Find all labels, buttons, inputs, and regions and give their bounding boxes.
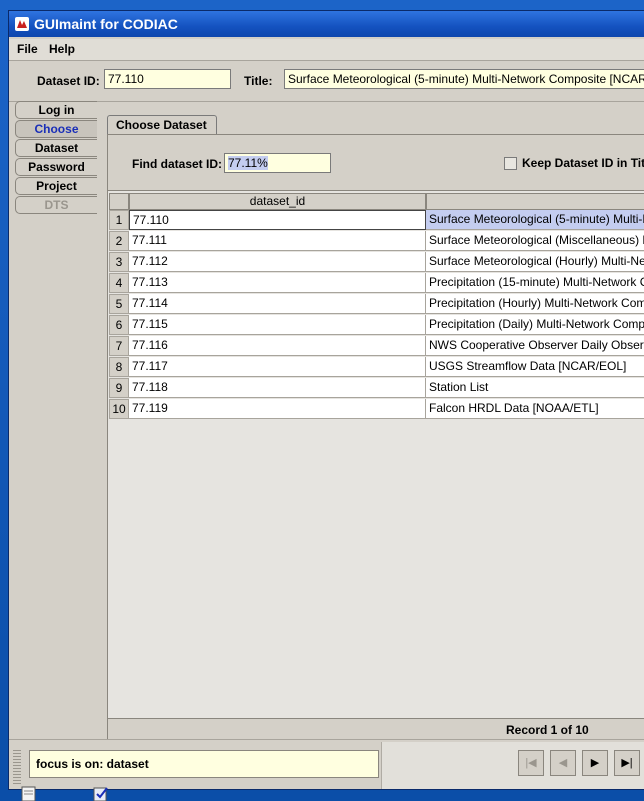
table-cell-id[interactable]: 77.117 bbox=[129, 357, 426, 377]
row-number[interactable]: 7 bbox=[109, 336, 129, 356]
record-status-bar: Record 1 of 10 bbox=[108, 718, 644, 741]
table-cell-title[interactable]: Surface Meteorological (5-minute) Multi-… bbox=[426, 210, 644, 230]
table-cell-title[interactable]: Falcon HRDL Data [NOAA/ETL] bbox=[426, 399, 644, 419]
dataset-table: dataset_id 1 77.110 Surface Meteorologic… bbox=[108, 190, 644, 719]
table-cell-title[interactable]: Precipitation (Hourly) Multi-Network Com… bbox=[426, 294, 644, 314]
table-cell-id[interactable]: 77.112 bbox=[129, 252, 426, 272]
sidebar-tab-project[interactable]: Project bbox=[15, 177, 97, 195]
sidebar-tab-dataset[interactable]: Dataset bbox=[15, 139, 97, 157]
header-panel: Dataset ID: 77.110 Title: Surface Meteor… bbox=[9, 61, 644, 102]
keep-dataset-label: Keep Dataset ID in Title bbox=[522, 156, 644, 170]
tab-choose-dataset[interactable]: Choose Dataset bbox=[107, 115, 217, 135]
previous-icon: ◀ bbox=[558, 757, 568, 769]
table-cell-id[interactable]: 77.111 bbox=[129, 231, 426, 251]
row-number[interactable]: 2 bbox=[109, 231, 129, 251]
table-cell-id[interactable]: 77.116 bbox=[129, 336, 426, 356]
sidebar-tab-choose[interactable]: Choose bbox=[15, 120, 97, 138]
row-number-header bbox=[109, 193, 129, 210]
content-area: Choose Dataset Find dataset ID: 77.11% K… bbox=[97, 103, 644, 741]
table-cell-title[interactable]: Surface Meteorological (Hourly) Multi-Ne… bbox=[426, 252, 644, 272]
title-bar[interactable]: GUImaint for CODIAC bbox=[9, 11, 644, 37]
focus-status: focus is on: dataset bbox=[29, 750, 379, 778]
title-field[interactable]: Surface Meteorological (5-minute) Multi-… bbox=[284, 69, 644, 89]
app-window: GUImaint for CODIAC File Help Dataset ID… bbox=[8, 10, 644, 790]
row-number[interactable]: 10 bbox=[109, 399, 129, 419]
choose-dataset-panel: Find dataset ID: 77.11% Keep Dataset ID … bbox=[107, 134, 644, 741]
table-cell-id[interactable]: 77.115 bbox=[129, 315, 426, 335]
title-label: Title: bbox=[244, 74, 273, 88]
row-number[interactable]: 8 bbox=[109, 357, 129, 377]
column-header-dataset-id[interactable]: dataset_id bbox=[129, 193, 426, 210]
sidebar-tabs: Log in Choose Dataset Password Project D… bbox=[15, 101, 97, 215]
keep-dataset-checkbox[interactable] bbox=[504, 157, 517, 170]
row-number[interactable]: 4 bbox=[109, 273, 129, 293]
last-icon: ▶| bbox=[621, 757, 633, 769]
table-cell-id[interactable]: 77.118 bbox=[129, 378, 426, 398]
table-cell-id[interactable]: 77.110 bbox=[129, 210, 426, 230]
row-number[interactable]: 5 bbox=[109, 294, 129, 314]
first-icon: |◀ bbox=[525, 757, 537, 769]
column-header-title[interactable] bbox=[426, 193, 644, 210]
next-icon: ▶ bbox=[590, 757, 600, 769]
row-number[interactable]: 1 bbox=[109, 210, 129, 230]
record-navigation: |◀ ◀ ▶ ▶| bbox=[381, 742, 644, 789]
table-cell-id[interactable]: 77.113 bbox=[129, 273, 426, 293]
table-cell-id[interactable]: 77.114 bbox=[129, 294, 426, 314]
previous-record-button[interactable]: ◀ bbox=[550, 750, 576, 776]
first-record-button[interactable]: |◀ bbox=[518, 750, 544, 776]
menu-bar: File Help bbox=[9, 39, 644, 61]
find-dataset-input[interactable]: 77.11% bbox=[224, 153, 331, 173]
find-dataset-label: Find dataset ID: bbox=[132, 157, 223, 171]
table-cell-title[interactable]: Precipitation (Daily) Multi-Network Comp… bbox=[426, 315, 644, 335]
resize-grip[interactable] bbox=[13, 750, 21, 784]
last-record-button[interactable]: ▶| bbox=[614, 750, 640, 776]
sidebar-tab-login[interactable]: Log in bbox=[15, 101, 97, 119]
bottom-bar: focus is on: dataset |◀ ◀ ▶ ▶| bbox=[9, 739, 644, 789]
row-number[interactable]: 3 bbox=[109, 252, 129, 272]
document-icon[interactable] bbox=[20, 786, 38, 801]
menu-file[interactable]: File bbox=[17, 42, 38, 56]
table-cell-id[interactable]: 77.119 bbox=[129, 399, 426, 419]
record-count: Record 1 of 10 bbox=[506, 723, 589, 737]
table-cell-title[interactable]: Surface Meteorological (Miscellaneous) M… bbox=[426, 231, 644, 251]
dataset-id-label: Dataset ID: bbox=[37, 74, 100, 88]
row-number[interactable]: 9 bbox=[109, 378, 129, 398]
table-cell-title[interactable]: Precipitation (15-minute) Multi-Network … bbox=[426, 273, 644, 293]
row-number[interactable]: 6 bbox=[109, 315, 129, 335]
table-cell-title[interactable]: USGS Streamflow Data [NCAR/EOL] bbox=[426, 357, 644, 377]
sidebar-tab-password[interactable]: Password bbox=[15, 158, 97, 176]
checklist-icon[interactable] bbox=[92, 786, 110, 801]
window-title: GUImaint for CODIAC bbox=[34, 16, 178, 32]
sidebar-tab-dts: DTS bbox=[15, 196, 97, 214]
app-icon bbox=[15, 17, 29, 31]
table-cell-title[interactable]: Station List bbox=[426, 378, 644, 398]
find-dataset-value: 77.11% bbox=[228, 156, 268, 170]
table-cell-title[interactable]: NWS Cooperative Observer Daily Observati… bbox=[426, 336, 644, 356]
next-record-button[interactable]: ▶ bbox=[582, 750, 608, 776]
menu-help[interactable]: Help bbox=[49, 42, 75, 56]
dataset-id-field[interactable]: 77.110 bbox=[104, 69, 231, 89]
